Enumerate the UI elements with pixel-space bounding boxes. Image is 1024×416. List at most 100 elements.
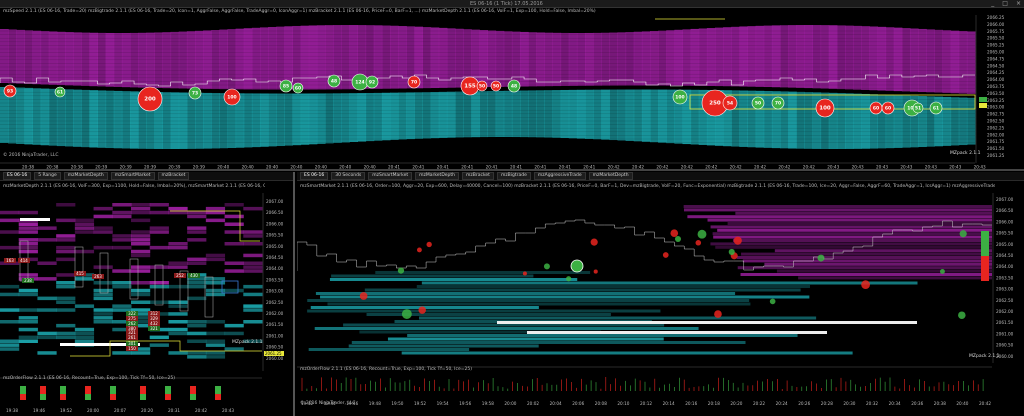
close-icon[interactable]: × (1016, 0, 1021, 8)
time-tick-label: 20:18 (708, 401, 720, 406)
time-tick-label: 20:39 (95, 165, 107, 170)
bid-depth-cell (18, 335, 38, 340)
ask-depth-cell (243, 242, 263, 246)
time-tick-label: 20:42 (778, 165, 790, 170)
time-tick-label: 19:48 (369, 401, 381, 406)
price-tick-label: 2067.00 (266, 199, 284, 204)
price-tick-label: 2064.00 (996, 264, 1014, 269)
time-tick-label: 20:20 (730, 401, 742, 406)
ask-depth-cell (93, 214, 113, 219)
tab-mzaggressivetrade[interactable]: mzAggressiveTrade (533, 172, 586, 180)
bid-depth-cell (0, 347, 20, 351)
left-orderflow-header: mzOrderFlow 2.1.1 (ES 06-16, Recount=Tru… (3, 376, 175, 381)
time-tick-label: 20:16 (685, 401, 697, 406)
trade-bubble (401, 309, 412, 319)
ask-depth-cell (187, 261, 207, 265)
left-chart-panel[interactable]: ES 06-16 5 Range mzMarketDepth mzSmartMa… (0, 172, 295, 416)
minimize-icon[interactable]: _ (991, 0, 994, 8)
ask-depth-band (966, 31, 976, 94)
ask-depth-band (316, 25, 326, 90)
price-tick-label: 2066.00 (266, 221, 284, 226)
time-tick-label: 20:43 (852, 165, 864, 170)
time-tick-label: 19:38 (6, 408, 18, 413)
ask-depth-cell (131, 206, 151, 211)
time-tick-label: 20:08 (595, 401, 607, 406)
bid-depth-row (418, 316, 817, 320)
ask-depth-row (715, 245, 992, 249)
ask-depth-band (926, 29, 935, 93)
ask-depth-cell (74, 249, 95, 254)
tab-mzbigtrade[interactable]: mzBigtrade (496, 172, 531, 180)
top-copyright: © 2016 NinjaTrader, LLC (3, 153, 59, 158)
ask-depth-cell (243, 234, 263, 238)
bid-depth-band (32, 88, 42, 145)
ask-depth-cell (131, 230, 151, 234)
ask-depth-cell (0, 230, 20, 234)
tab-mzbracket[interactable]: mzBracket (157, 172, 190, 180)
tab-mzmarketdepth[interactable]: mzMarketDepth (415, 172, 460, 180)
bid-depth-cell (93, 320, 113, 324)
ask-depth-cell (131, 238, 151, 242)
maximize-icon[interactable]: □ (1002, 0, 1008, 8)
bid-depth-cell (168, 351, 188, 355)
time-tick-label: 20:40 (315, 165, 327, 170)
ask-depth-band (552, 32, 562, 87)
bid-depth-cell (205, 320, 226, 324)
ask-depth-row (774, 249, 992, 253)
bid-depth-band (365, 92, 375, 142)
tab-mzmarketdepth[interactable]: mzMarketDepth (63, 172, 108, 180)
ask-depth-cell (149, 210, 169, 215)
ask-depth-band (528, 32, 537, 87)
ask-depth-cell (187, 214, 207, 219)
price-tick-label: 2060.50 (996, 343, 1014, 348)
ask-depth-band (243, 28, 253, 90)
top-chart-panel[interactable]: mzSpeed 2.1.1 (ES 06-16, Trade=20) mzBig… (0, 8, 1024, 171)
tab-interval[interactable]: 5 Range (34, 172, 61, 180)
volume-cell-label: 252 (176, 273, 184, 278)
right-chart-canvas[interactable]: 2067.00 2066.50 2066.00 2065.50 2065.00 2064.… (297, 181, 1024, 416)
trade-bubble-label: 60 (873, 106, 879, 112)
orderflow-bar (165, 386, 171, 394)
tab-mzbracket[interactable]: mzBracket (462, 172, 494, 180)
orderflow-bar (60, 394, 66, 400)
bid-depth-cell (93, 312, 113, 316)
ask-depth-band (942, 30, 952, 93)
bid-depth-cell (74, 335, 95, 340)
ask-depth-cell (93, 265, 113, 269)
ask-depth-band (560, 32, 570, 86)
time-tick-label: 20:38 (46, 165, 58, 170)
liquidity-band (527, 331, 827, 334)
price-tick-label: 2063.50 (266, 277, 284, 282)
sell-gauge (981, 256, 989, 281)
tab-mzsmartmarket[interactable]: mzSmartMarket (110, 172, 155, 180)
ask-depth-cell (112, 269, 132, 273)
ask-depth-band (495, 30, 505, 87)
ask-depth-row (735, 211, 992, 215)
tab-mzmarketdepth-2[interactable]: mzMarketDepth (588, 172, 633, 180)
last-price-label: 2061.25 (265, 351, 282, 356)
tab-interval[interactable]: 30 Seconds (331, 172, 366, 180)
tab-instrument[interactable]: ES 06-16 (300, 172, 329, 180)
trade-bubble-label: 50 (479, 84, 485, 90)
price-tick-label: 2064.50 (987, 63, 1005, 68)
trade-bubble (674, 235, 682, 243)
trade-bubble (728, 248, 735, 255)
bid-depth-band (308, 93, 318, 145)
top-chart-canvas[interactable]: 93 612007310085 6048 124 92 70155 50 50 48100250… (0, 15, 1024, 170)
ask-depth-band (268, 26, 277, 90)
bid-depth-row (315, 292, 736, 295)
ask-depth-cell (224, 203, 244, 207)
bid-depth-cell (187, 320, 207, 324)
bid-depth-cell (224, 288, 244, 293)
ask-depth-band (877, 26, 887, 91)
ask-depth-cell (243, 269, 263, 273)
ask-depth-band (40, 31, 50, 85)
right-chart-panel[interactable]: ES 06-16 30 Seconds mzSmartMarket mzMark… (297, 172, 1024, 416)
tab-mzsmartmarket[interactable]: mzSmartMarket (368, 172, 413, 180)
bid-depth-cell (0, 292, 20, 297)
ask-depth-cell (112, 234, 132, 238)
ask-depth-cell (56, 203, 76, 207)
ask-depth-cell (243, 206, 263, 211)
time-tick-label: 20:31 (168, 408, 180, 413)
tab-instrument[interactable]: ES 06-16 (3, 172, 32, 180)
